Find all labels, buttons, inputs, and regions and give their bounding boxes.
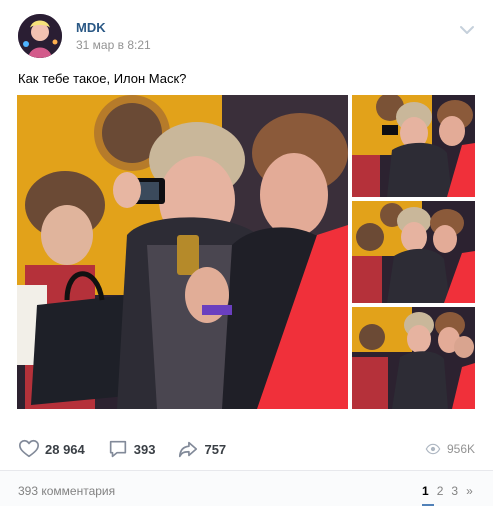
thumb-photo-2[interactable] xyxy=(352,201,475,303)
share-icon xyxy=(179,441,198,458)
comments-pager: 1 2 3 » xyxy=(422,484,481,506)
page-2[interactable]: 2 xyxy=(437,484,444,498)
author-name[interactable]: MDK xyxy=(76,20,106,35)
page-1[interactable]: 1 xyxy=(422,484,429,498)
post-card: MDK 31 мар в 8:21 Как тебе такое, Илон М… xyxy=(0,0,493,506)
like-count: 28 964 xyxy=(45,441,85,457)
main-photo[interactable] xyxy=(17,95,348,409)
comment-icon xyxy=(109,440,126,458)
page-3[interactable]: 3 xyxy=(451,484,458,498)
page-next[interactable]: » xyxy=(466,484,473,498)
post-date[interactable]: 31 мар в 8:21 xyxy=(76,38,151,52)
post-actions: 28 964 393 757 xyxy=(18,436,248,462)
views-count: 956K xyxy=(446,442,475,456)
share-count: 757 xyxy=(204,441,227,457)
avatar[interactable] xyxy=(18,14,62,58)
chevron-down-icon[interactable] xyxy=(458,21,476,39)
comment-count: 393 xyxy=(133,441,156,457)
eye-icon xyxy=(425,443,441,455)
comment-button[interactable]: 393 xyxy=(107,438,156,460)
share-button[interactable]: 757 xyxy=(177,438,226,460)
post-text: Как тебе такое, Илон Маск? xyxy=(18,71,187,86)
thumb-photo-3[interactable] xyxy=(352,307,475,409)
like-button[interactable]: 28 964 xyxy=(18,438,85,460)
thumb-photo-1[interactable] xyxy=(352,95,475,197)
comments-label[interactable]: 393 комментария xyxy=(18,484,115,498)
heart-icon xyxy=(19,439,39,458)
views-counter: 956K xyxy=(425,441,475,457)
